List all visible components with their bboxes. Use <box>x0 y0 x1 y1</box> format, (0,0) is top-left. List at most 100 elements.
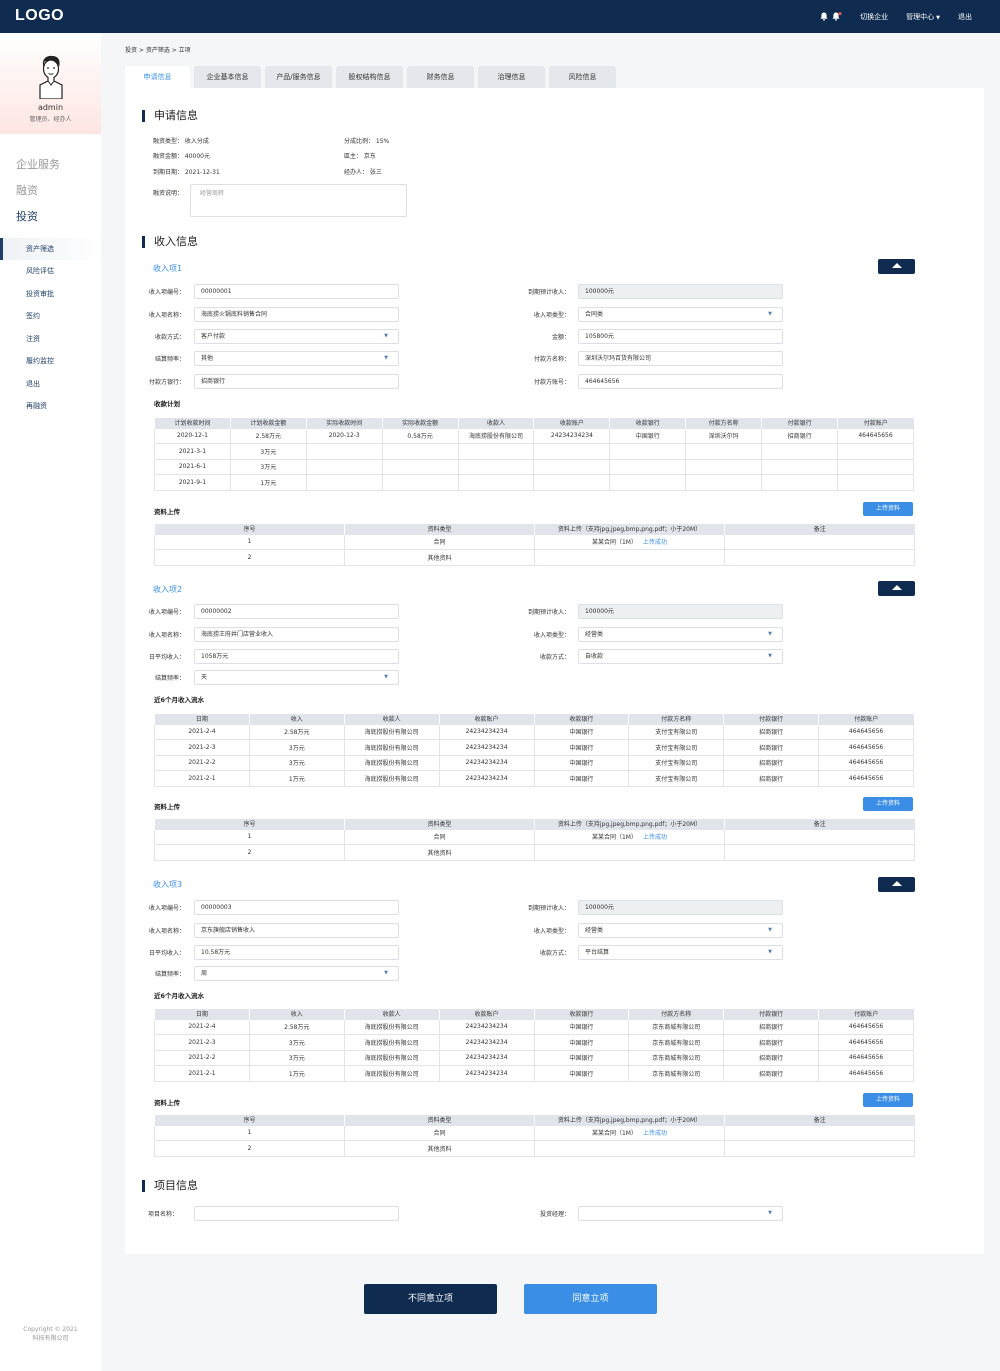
tab-governance[interactable]: 治理信息 <box>478 66 545 88</box>
table-cell: 中国银行 <box>533 1034 630 1051</box>
table-cell: 464645656 <box>818 1018 914 1035</box>
upload-button-3[interactable]: 上传资料 <box>863 1093 913 1107</box>
table-cell <box>457 474 535 491</box>
approve-button[interactable]: 同意立项 <box>524 1284 657 1314</box>
income-code-field[interactable]: 00000001 <box>194 284 399 299</box>
amount-field[interactable]: 105800元 <box>578 329 783 344</box>
payer-account-field[interactable]: 464645656 <box>578 374 783 389</box>
table-cell <box>381 443 459 460</box>
upload-button-2[interactable]: 上传资料 <box>863 797 913 811</box>
table-cell: 2021-2-3 <box>154 1034 250 1051</box>
table-cell: 24234234234 <box>438 754 535 771</box>
col-header: 收款账户 <box>438 714 534 724</box>
table-cell: 海底捞股份有限公司 <box>343 1018 440 1035</box>
table-cell: 2021-2-4 <box>154 723 250 740</box>
sidebar-item-investment-approval[interactable]: 投资审批 <box>0 283 101 306</box>
breadcrumb[interactable]: 投资 > 资产筛选 > 立项 <box>125 45 191 54</box>
table-row: 2021-2-1 1万元 海底捞股份有限公司 24234234234 中国银行 京东商城有… <box>154 1065 914 1082</box>
collect-method-select[interactable]: 平台结算 ▼ <box>578 945 783 960</box>
income-type-select[interactable]: 经营类 ▼ <box>578 923 783 938</box>
tab-financial[interactable]: 财务信息 <box>407 66 474 88</box>
reject-button[interactable]: 不同意立项 <box>364 1284 497 1314</box>
income-name-field[interactable]: 海底捞王府井门店营业收入 <box>194 627 399 642</box>
col-header: 资料上传（支持jpg,jpeg,bmp,png,pdf；小于20M） <box>534 819 725 829</box>
logout-link[interactable]: 退出 <box>958 12 972 22</box>
collect-method-select[interactable]: 客户付款 ▼ <box>194 329 399 344</box>
handler: 经办人： 张三 <box>344 169 382 176</box>
table-cell: 中国银行 <box>533 1049 630 1066</box>
sidebar-item-refinancing[interactable]: 再融资 <box>0 395 101 418</box>
menu-group-financing[interactable]: 融资 <box>0 184 101 210</box>
sidebar-item-signing[interactable]: 签约 <box>0 305 101 328</box>
table-cell: 464645656 <box>818 723 914 740</box>
collapse-button-1[interactable] <box>878 259 915 274</box>
upload-status-link[interactable]: 上传成功 <box>643 539 667 546</box>
table-cell: 2020-12-1 <box>154 427 231 444</box>
income-type-select[interactable]: 合同类 ▼ <box>578 307 783 322</box>
table-cell: 支付宝有限公司 <box>628 723 725 740</box>
tab-apply-info[interactable]: 申请信息 <box>125 66 190 88</box>
investment-manager-select[interactable]: ▼ <box>578 1206 783 1221</box>
settle-freq-select[interactable]: 天 ▼ <box>194 670 399 685</box>
dropdown-icon: ▼ <box>768 311 772 317</box>
payer-bank-field[interactable]: 招商银行 <box>194 374 399 389</box>
table-cell: 464645656 <box>818 1034 914 1051</box>
table-row: 1 合同 某某合同（1M） 上传成功 <box>154 1124 915 1141</box>
collect-method-value: 平台结算 <box>585 949 610 956</box>
income-name-field[interactable]: 海底捞火锅底料销售合同 <box>194 307 399 322</box>
daily-income-field[interactable]: 1058万元 <box>194 649 399 664</box>
daily-income-field[interactable]: 10.58万元 <box>194 945 399 960</box>
collapse-button-2[interactable] <box>878 581 915 596</box>
desc-field[interactable]: 经营周转 <box>190 184 407 217</box>
avatar-icon[interactable] <box>38 55 64 100</box>
income-name-field[interactable]: 京东旗舰店销售收入 <box>194 923 399 938</box>
table-cell <box>305 474 383 491</box>
label-payer-bank: 付款方银行： <box>148 379 185 386</box>
collapse-button-3[interactable] <box>878 877 915 892</box>
label-freq: 结算频率： <box>154 356 185 363</box>
due-date: 到期日期： 2021-12-31 <box>153 169 220 176</box>
dropdown-icon: ▼ <box>384 355 388 361</box>
upload-title-3: 资料上传 <box>154 1099 180 1107</box>
sidebar-item-asset-screening[interactable]: 资产筛选 <box>0 238 101 260</box>
tab-risk[interactable]: 风险信息 <box>549 66 616 88</box>
logo[interactable]: LOGO <box>15 7 64 25</box>
collect-method-select[interactable]: 自收款 ▼ <box>578 649 783 664</box>
upload-status-link[interactable]: 上传成功 <box>643 834 667 841</box>
notification-icons[interactable] <box>820 12 842 21</box>
col-header: 序号 <box>154 524 345 534</box>
settle-freq-select[interactable]: 周 ▼ <box>194 966 399 981</box>
table-row: 2021-9-1 1万元 <box>154 474 914 491</box>
income-code-field[interactable]: 00000002 <box>194 604 399 619</box>
menu-group-investment[interactable]: 投资 <box>0 210 101 238</box>
table-cell: 24234234234 <box>438 723 535 740</box>
upload-status-link[interactable]: 上传成功 <box>643 1130 667 1137</box>
table-cell: 464645656 <box>837 427 914 444</box>
table-row: 2021-2-2 3万元 海底捞股份有限公司 24234234234 中国银行 京东商城有… <box>154 1049 914 1066</box>
table-cell <box>761 474 839 491</box>
manage-center-menu[interactable]: 管理中心 ▼ <box>906 12 940 22</box>
project-name-field[interactable] <box>194 1206 399 1221</box>
sidebar-item-exit[interactable]: 退出 <box>0 373 101 396</box>
sidebar-item-performance-monitor[interactable]: 履约监控 <box>0 350 101 373</box>
income-type-select[interactable]: 经营类 ▼ <box>578 627 783 642</box>
switch-company-link[interactable]: 切换企业 <box>860 12 888 22</box>
tab-product-service[interactable]: 产品/服务信息 <box>265 66 332 88</box>
menu-group-enterprise[interactable]: 企业服务 <box>0 158 101 184</box>
tab-company-basic[interactable]: 企业基本信息 <box>194 66 261 88</box>
sidebar-item-risk-assessment[interactable]: 风险评估 <box>0 260 101 283</box>
desc-label: 融资说明： <box>153 190 184 197</box>
table-cell: 3万元 <box>229 443 307 460</box>
table-cell: 海底捞股份有限公司 <box>343 739 440 756</box>
sidebar-item-capital-injection[interactable]: 注资 <box>0 328 101 351</box>
bell-alert-icon[interactable] <box>832 12 842 21</box>
income-code-field[interactable]: 00000003 <box>194 900 399 915</box>
table-cell: 2021-2-2 <box>154 1049 250 1066</box>
dropdown-icon: ▼ <box>768 949 772 955</box>
table-cell <box>533 474 611 491</box>
bell-icon[interactable] <box>820 12 828 21</box>
payer-name-field[interactable]: 深圳沃尔玛百货有限公司 <box>578 351 783 366</box>
upload-button-1[interactable]: 上传资料 <box>863 502 913 516</box>
settle-freq-select[interactable]: 其他 ▼ <box>194 351 399 366</box>
tab-equity-structure[interactable]: 股权结构信息 <box>336 66 403 88</box>
